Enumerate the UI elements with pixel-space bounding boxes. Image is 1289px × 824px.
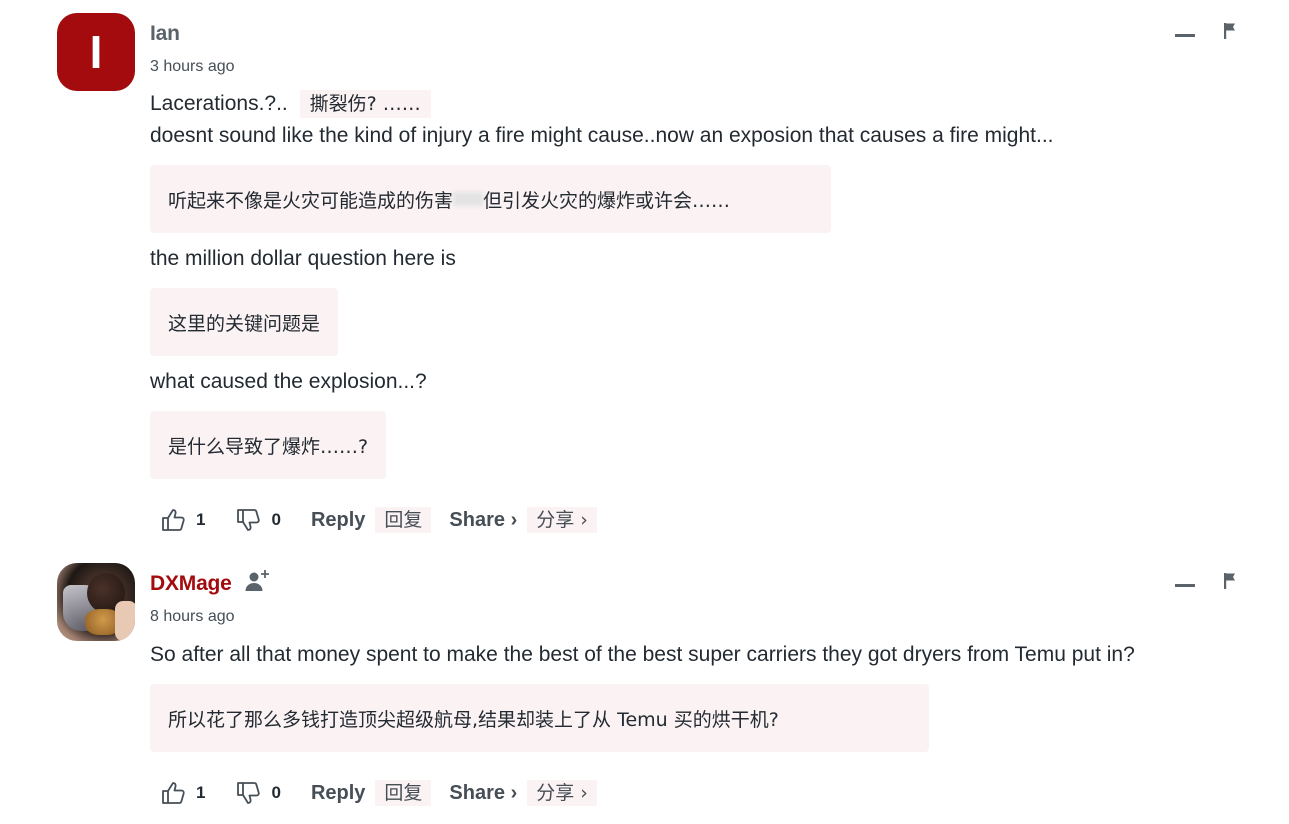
- translation-text: 是什么导致了爆炸……?: [168, 435, 369, 458]
- comment-actions: 1 0 Reply 回复 Share › 分享 ›: [160, 504, 597, 536]
- flag-icon[interactable]: [1223, 572, 1239, 590]
- comment-author[interactable]: Ian: [150, 22, 180, 46]
- flag-icon[interactable]: [1223, 22, 1239, 40]
- avatar[interactable]: [57, 563, 135, 641]
- comment: I Ian 3 hours ago Lacerations.?.. 撕裂伤? ……: [0, 0, 1289, 550]
- comment-text: So after all that money spent to make th…: [150, 643, 1135, 666]
- translation-text: 听起来不像是火灾可能造成的伤害: [168, 189, 454, 212]
- like-button[interactable]: 1: [160, 780, 205, 806]
- thumbs-down-icon: [237, 509, 261, 531]
- translation-box: 听起来不像是火灾可能造成的伤害 但引发火灾的爆炸或许会……: [150, 165, 831, 233]
- avatar-letter: I: [89, 26, 103, 78]
- thumbs-up-icon: [162, 509, 185, 531]
- comment-text: the million dollar question here is: [150, 247, 456, 270]
- comment-author[interactable]: DXMage: [150, 572, 232, 596]
- dislike-count: 0: [271, 783, 281, 802]
- reply-translation: 回复: [375, 507, 432, 533]
- translation-box: 是什么导致了爆炸……?: [150, 411, 387, 479]
- share-translation: 分享 ›: [527, 507, 597, 533]
- comment-timestamp: 3 hours ago: [150, 58, 235, 75]
- blurred-region: [453, 192, 484, 206]
- reply-translation: 回复: [375, 780, 432, 806]
- like-button[interactable]: 1: [160, 507, 205, 533]
- thumbs-down-icon: [237, 782, 261, 804]
- dislike-button[interactable]: 0: [235, 780, 281, 806]
- comment-text: Lacerations.?..: [150, 92, 288, 115]
- follow-user-icon[interactable]: [244, 568, 272, 594]
- translation-box: 这里的关键问题是: [150, 288, 339, 356]
- reply-label: Reply: [310, 508, 366, 531]
- share-button[interactable]: Share › 分享 ›: [449, 507, 597, 533]
- translation-text: 但引发火灾的爆炸或许会……: [483, 189, 731, 212]
- translation-text: 这里的关键问题是: [168, 312, 321, 335]
- dislike-button[interactable]: 0: [235, 507, 281, 533]
- reply-label: Reply: [310, 781, 366, 804]
- translation-box: 所以花了那么多钱打造顶尖超级航母,结果却装上了从 Temu 买的烘干机?: [150, 684, 929, 752]
- share-translation: 分享 ›: [527, 780, 597, 806]
- share-label: Share ›: [449, 781, 518, 804]
- collapse-icon[interactable]: [1175, 573, 1195, 589]
- comment-text: what caused the explosion...?: [150, 370, 427, 393]
- reply-button[interactable]: Reply 回复: [310, 780, 432, 806]
- share-button[interactable]: Share › 分享 ›: [449, 780, 597, 806]
- dislike-count: 0: [271, 510, 281, 529]
- translation-text: 所以花了那么多钱打造顶尖超级航母,结果却装上了从 Temu 买的烘干机?: [168, 708, 779, 731]
- like-count: 1: [196, 783, 206, 802]
- translation-inline: 撕裂伤? ……: [299, 90, 431, 118]
- like-count: 1: [196, 510, 206, 529]
- avatar[interactable]: I: [57, 13, 135, 91]
- thumbs-up-icon: [162, 782, 185, 804]
- comment-actions: 1 0 Reply 回复 Share › 分享 ›: [160, 777, 597, 809]
- comment-text: doesnt sound like the kind of injury a f…: [150, 124, 1054, 147]
- comment: DXMage 8 hours ago So after all that mon…: [0, 550, 1289, 824]
- reply-button[interactable]: Reply 回复: [310, 507, 432, 533]
- comment-timestamp: 8 hours ago: [150, 608, 235, 625]
- collapse-icon[interactable]: [1175, 23, 1195, 39]
- share-label: Share ›: [449, 508, 518, 531]
